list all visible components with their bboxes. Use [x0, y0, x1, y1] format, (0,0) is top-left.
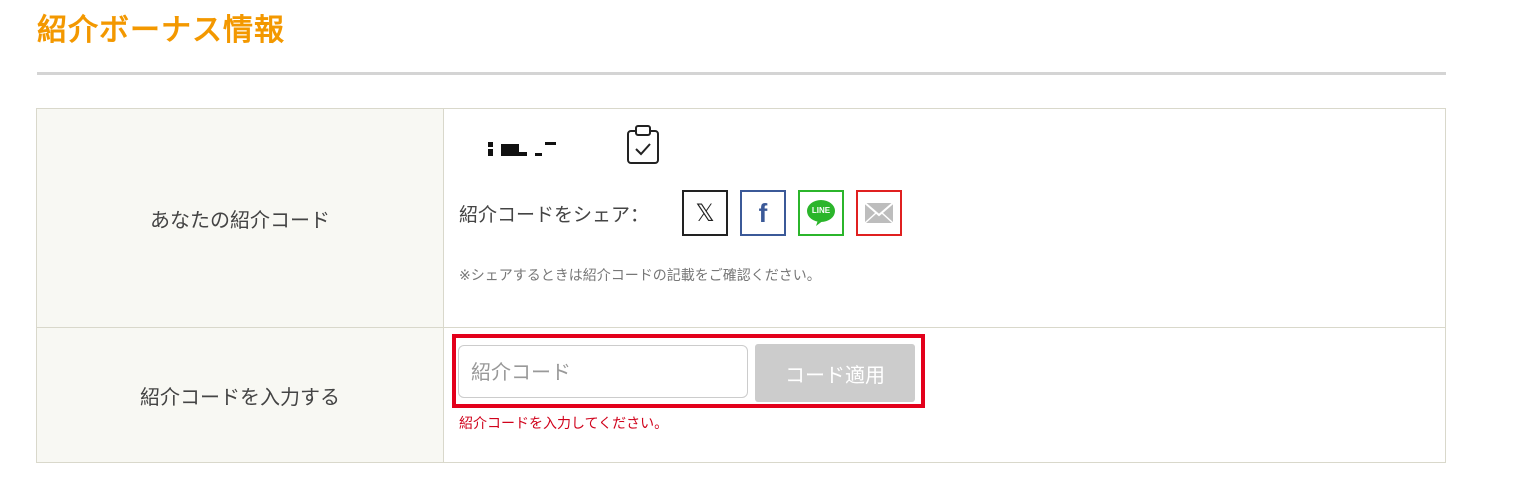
enter-code-cell: コード適用 紹介コードを入力してください。	[443, 328, 1445, 462]
facebook-icon: f	[758, 198, 768, 228]
share-line-button[interactable]: LINE	[798, 190, 844, 236]
apply-code-button[interactable]: コード適用	[755, 344, 915, 402]
x-logo-icon: 𝕏	[695, 199, 715, 227]
share-note: ※シェアするときは紹介コードの記載をご確認ください。	[459, 268, 821, 284]
line-icon: LINE	[806, 199, 836, 227]
share-label: 紹介コードをシェア：	[459, 204, 650, 226]
line-icon-text: LINE	[811, 206, 831, 215]
referral-code-cell: 紹介コードをシェア： 𝕏 f LINE ※シェアするときは紹介コードの記載をご確…	[443, 109, 1445, 327]
referral-code-label: あなたの紹介コード	[37, 109, 444, 327]
referral-info-table: あなたの紹介コード 紹介コードをシェア： 𝕏 f LINE ※シェアするときは紹…	[36, 108, 1446, 463]
page-title: 紹介ボーナス情報	[37, 13, 285, 48]
share-facebook-button[interactable]: f	[740, 190, 786, 236]
share-x-button[interactable]: 𝕏	[682, 190, 728, 236]
referral-code-input[interactable]	[458, 345, 748, 398]
clipboard-check-icon[interactable]	[625, 125, 661, 165]
input-error-message: 紹介コードを入力してください。	[459, 416, 669, 432]
title-divider	[37, 72, 1446, 75]
share-mail-button[interactable]	[856, 190, 902, 236]
mail-icon	[864, 202, 894, 224]
referral-code-row: あなたの紹介コード 紹介コードをシェア： 𝕏 f LINE ※シェアするときは紹…	[37, 109, 1445, 328]
referral-code-value-masked	[488, 140, 568, 160]
enter-code-row: 紹介コードを入力する コード適用 紹介コードを入力してください。	[37, 328, 1445, 462]
enter-code-label: 紹介コードを入力する	[37, 328, 444, 462]
